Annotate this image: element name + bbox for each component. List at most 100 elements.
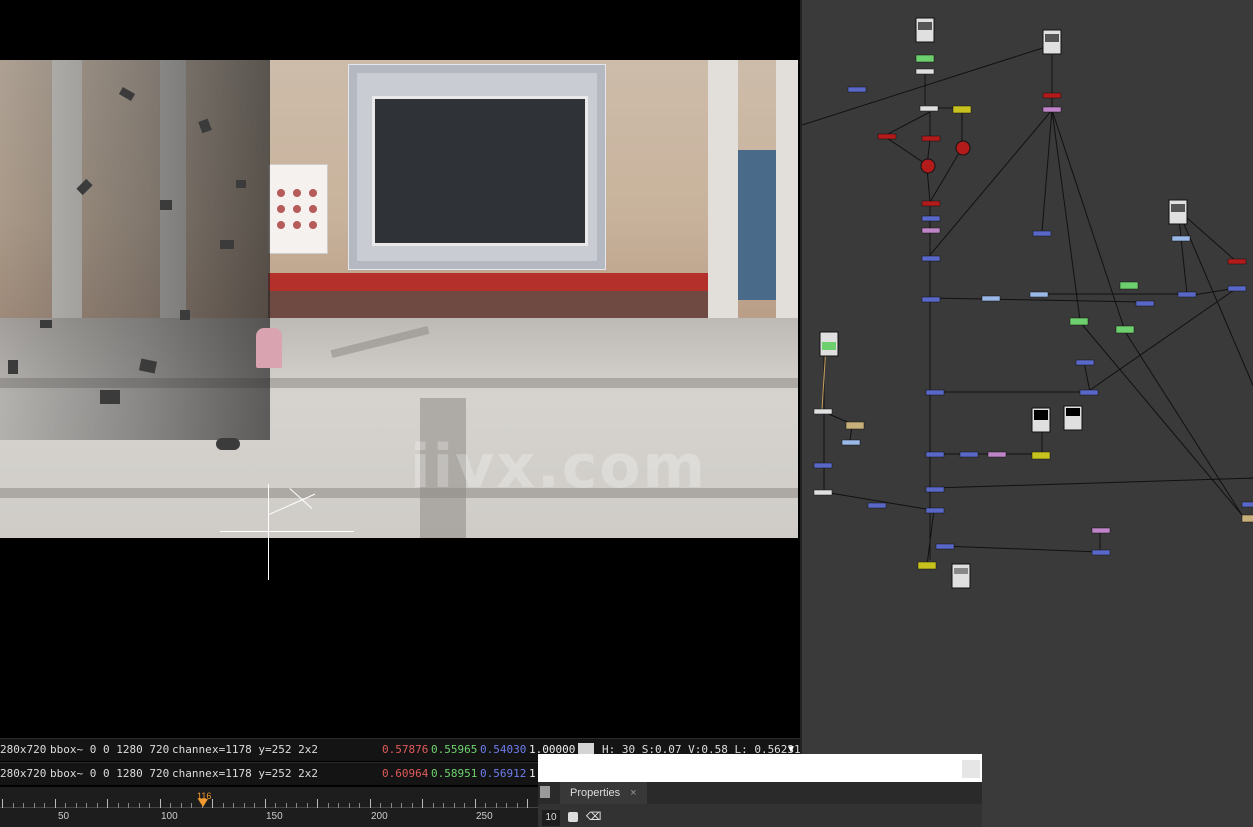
graph-node[interactable] [877,133,897,140]
channel-label: channe [172,743,212,756]
graph-node[interactable] [1031,451,1051,460]
graph-node[interactable] [921,296,941,303]
graph-node[interactable] [1032,230,1052,237]
viewer-image[interactable]: iivx.com [0,60,798,538]
read-node[interactable] [1031,407,1051,433]
timeline-tick [138,803,140,808]
graph-node[interactable] [867,502,887,509]
graph-node[interactable] [1091,527,1111,534]
timeline-tick [527,799,528,808]
graph-node[interactable] [921,135,941,142]
graph-node[interactable] [1069,317,1089,326]
timeline-tick [485,803,486,808]
graph-node[interactable] [921,227,941,234]
dot-node[interactable] [920,158,936,174]
led-screen [372,96,588,246]
node-graph-canvas[interactable] [802,0,1253,827]
timeline-tick [212,799,213,808]
max-panels-field[interactable]: 10 [542,810,560,826]
dot-node[interactable] [955,140,971,156]
graph-node[interactable] [1171,235,1191,242]
graph-node[interactable] [1227,258,1247,265]
search-bar[interactable] [538,754,982,782]
graph-node[interactable] [935,543,955,550]
graph-node[interactable] [1115,325,1135,334]
timeline-tick [359,803,360,808]
shop-sign [268,273,718,291]
search-bar-button[interactable] [962,760,980,778]
graph-node[interactable] [915,68,935,75]
timeline-tick [306,803,308,808]
graph-node[interactable] [1227,285,1247,292]
coords-label: x=1178 y=252 2x2 [212,743,318,756]
graph-node[interactable] [841,439,861,446]
graph-node[interactable] [1075,359,1095,366]
viewer-panel[interactable]: iivx.com 280x720 bbox~ 0 0 1280 720 chan… [0,0,800,827]
timeline-tick [443,803,444,808]
green-value: 0.55965 [431,743,478,756]
blue-value: 0.56912 [480,767,527,780]
lock-icon[interactable] [568,812,578,822]
timeline-tick [54,799,56,808]
graph-node[interactable] [1042,92,1062,99]
timeline-tick [86,803,87,808]
close-icon[interactable]: × [630,787,636,799]
graph-node[interactable] [1091,549,1111,556]
graph-node[interactable] [981,295,1001,302]
read-node[interactable] [915,17,935,43]
graph-node[interactable] [1135,300,1155,307]
graph-node[interactable] [813,462,833,469]
graph-node[interactable] [1079,389,1099,396]
crosshair-vertical[interactable] [268,484,269,580]
graph-node[interactable] [1042,106,1062,113]
read-node[interactable] [1168,199,1188,225]
graph-node[interactable] [1119,281,1139,290]
timeline[interactable]: 116 50 100 150 200 250 [0,787,540,827]
crosshair-horizontal[interactable] [220,531,354,532]
timeline-tick [128,803,129,808]
graph-node[interactable] [925,389,945,396]
graph-node[interactable] [917,561,937,570]
properties-panel: Properties × 10 ⌫ [538,782,982,827]
node-graph[interactable] [800,0,1253,827]
graph-node[interactable] [919,105,939,112]
read-node[interactable] [1042,29,1062,55]
read-node[interactable] [819,331,839,357]
graph-node[interactable] [1241,501,1253,508]
graph-node[interactable] [915,54,935,63]
graph-node[interactable] [845,421,865,430]
timeline-tick [191,803,192,808]
graph-node[interactable] [847,86,867,93]
read-node[interactable] [951,563,971,589]
timeline-tick [296,803,297,808]
read-node[interactable] [1063,405,1083,431]
graph-node[interactable] [921,200,941,207]
graph-node[interactable] [813,408,833,415]
graph-node[interactable] [1029,291,1049,298]
timeline-tick [338,803,339,808]
timeline-tick [285,803,287,808]
timeline-tick [243,803,245,808]
graph-node[interactable] [925,507,945,514]
graph-node[interactable] [813,489,833,496]
clear-panels-icon[interactable]: ⌫ [586,810,602,823]
playhead-icon[interactable] [198,799,208,807]
coords-label: x=1178 y=252 2x2 [212,767,318,780]
timeline-tick [2,799,3,808]
panel-menu-icon[interactable] [540,786,550,798]
graph-node[interactable] [921,255,941,262]
graph-node[interactable] [952,105,972,114]
graph-node[interactable] [987,451,1007,458]
graph-node[interactable] [925,451,945,458]
tab-properties[interactable]: Properties × [560,782,647,804]
graph-node[interactable] [925,486,945,493]
graph-node[interactable] [1241,514,1253,523]
timeline-tick [107,799,108,808]
timeline-tick [222,803,224,808]
properties-tabbar: Properties × [538,782,982,804]
person-figure [256,328,282,368]
graph-node[interactable] [959,451,979,458]
timeline-tick [495,803,497,808]
graph-node[interactable] [1177,291,1197,298]
graph-node[interactable] [921,215,941,222]
